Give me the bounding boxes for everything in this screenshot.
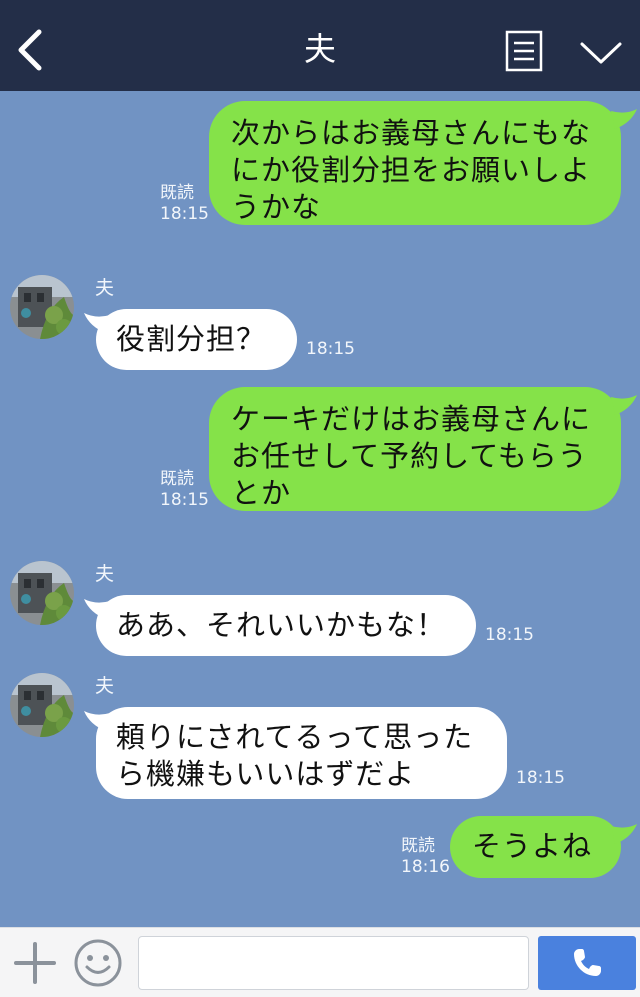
message-input[interactable] (138, 936, 529, 990)
avatar-photo (10, 673, 74, 737)
their-message-bubble: 頼りにされてるって思った ら機嫌もいいはずだよ (96, 707, 507, 799)
bubble-tail (611, 395, 637, 415)
my-message-bubble: 次からはお義母さんにもな にか役割分担をお願いしよ うかな (209, 101, 621, 225)
chevron-down-icon (580, 42, 622, 64)
their-message-bubble: ああ、それいいかもな！ (96, 595, 476, 656)
chat-area[interactable]: 次からはお義母さんにもな にか役割分担をお願いしよ うかな 既読 18:15 夫… (0, 91, 640, 927)
message-meta: 既読 18:16 (401, 836, 450, 878)
status-bar-fragment (538, 0, 548, 3)
message-line: 役割分担？ (116, 322, 267, 356)
avatar[interactable] (10, 673, 74, 737)
plus-icon (14, 942, 56, 984)
bubble-tail (611, 109, 637, 129)
chevron-left-icon (18, 29, 42, 71)
message-input-bar (0, 927, 640, 997)
message-line: うかな (231, 190, 322, 224)
emoji-button[interactable] (73, 938, 123, 988)
sender-name: 夫 (95, 277, 115, 299)
message-line: ケーキだけはお義母さんに (231, 402, 592, 436)
message-meta: 既読 18:15 (160, 469, 209, 511)
sender-name: 夫 (95, 675, 115, 697)
smiley-icon (74, 939, 122, 987)
message-line: 頼りにされてるって思った (116, 720, 474, 754)
message-line: そうよね (472, 829, 593, 863)
read-receipt: 既読 (160, 469, 194, 489)
their-message-bubble: 役割分担？ (96, 309, 297, 370)
sender-name: 夫 (95, 563, 115, 585)
message-line: にか役割分担をお願いしよ (231, 153, 592, 187)
message-line: とか (231, 476, 292, 510)
read-receipt: 既読 (160, 183, 194, 203)
avatar-photo (10, 561, 74, 625)
message-time: 18:16 (401, 857, 450, 877)
chat-header: 夫 (0, 0, 640, 91)
my-message-bubble: そうよね (450, 816, 621, 878)
collapse-button[interactable] (576, 34, 626, 70)
message-line: ら機嫌もいいはずだよ (116, 757, 416, 791)
message-line: 次からはお義母さんにもな (231, 116, 592, 150)
message-time: 18:15 (306, 339, 355, 359)
document-list-icon (505, 30, 543, 72)
message-line: ああ、それいいかもな！ (116, 608, 447, 642)
message-time: 18:15 (160, 490, 209, 510)
phone-icon (574, 949, 601, 976)
add-attachment-button[interactable] (12, 940, 58, 986)
menu-button[interactable] (505, 30, 543, 72)
message-time: 18:15 (516, 768, 565, 788)
message-line: お任せして予約してもらう (231, 439, 588, 473)
avatar-photo (10, 275, 74, 339)
back-button[interactable] (6, 22, 54, 78)
my-message-bubble: ケーキだけはお義母さんに お任せして予約してもらう とか (209, 387, 621, 511)
bubble-tail (611, 824, 637, 844)
call-button[interactable] (538, 936, 636, 990)
message-time: 18:15 (485, 625, 534, 645)
message-time: 18:15 (160, 204, 209, 224)
read-receipt: 既読 (401, 836, 435, 856)
avatar[interactable] (10, 275, 74, 339)
chat-title: 夫 (303, 30, 336, 68)
message-meta: 既読 18:15 (160, 183, 209, 225)
avatar[interactable] (10, 561, 74, 625)
